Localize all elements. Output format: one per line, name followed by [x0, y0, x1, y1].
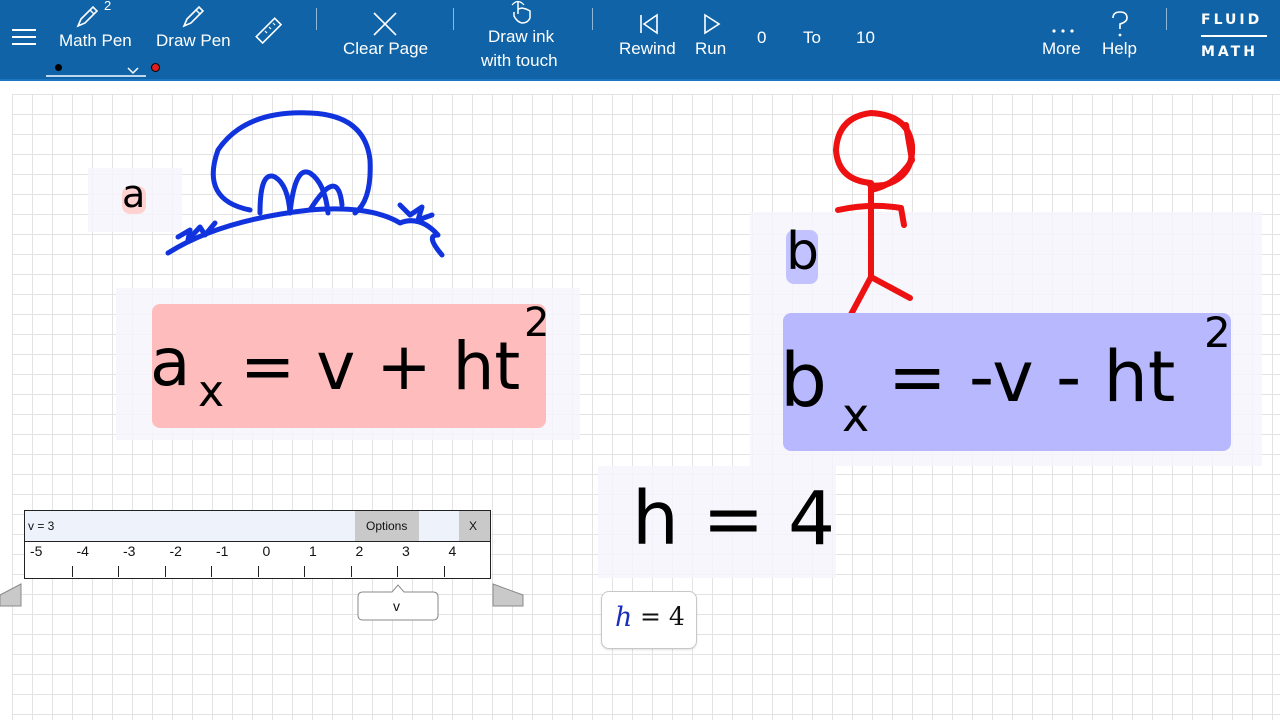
h-value-text: = 4	[640, 602, 685, 631]
more-button[interactable]: More	[1036, 0, 1088, 60]
slider-tick-label: -1	[216, 543, 229, 559]
toolbar-separator	[453, 8, 454, 30]
toolbar: 2 Math Pen Draw Pen Clear Page Draw ink	[0, 0, 1280, 81]
h-variable: h	[615, 602, 633, 633]
brand-math: MATH	[1201, 44, 1258, 60]
slider-tick-mark	[71, 566, 73, 577]
draw-pen-label: Draw Pen	[156, 31, 231, 50]
toolbar-separator	[1166, 8, 1167, 30]
slider-options-button[interactable]: Options	[355, 511, 419, 541]
equation-a-superscript: 2	[524, 300, 550, 346]
close-icon	[372, 11, 398, 41]
pen-color-red-swatch[interactable]	[151, 63, 160, 72]
rewind-button[interactable]: Rewind	[614, 0, 680, 60]
equation-b-lhs: b	[780, 338, 827, 424]
range-to-label: To	[803, 28, 821, 47]
range-end-field[interactable]: 10	[856, 28, 875, 48]
hand-touch-icon	[510, 0, 536, 28]
slider-tick-mark	[257, 566, 259, 577]
slider-close-button[interactable]: X	[459, 511, 490, 541]
more-label: More	[1042, 39, 1081, 58]
slider-tick-label: 4	[448, 543, 457, 559]
draw-ink-label-line1: Draw ink	[488, 27, 555, 46]
slider-tick-mark	[443, 566, 445, 577]
slider-tick-mark	[397, 566, 399, 577]
chevron-down-icon[interactable]	[127, 61, 139, 80]
draw-ink-with-touch-button[interactable]: Draw ink with touch	[474, 0, 570, 72]
slider-tick-label: 1	[309, 543, 317, 559]
slider-header: v = 3 Options X	[25, 511, 490, 542]
equation-b-superscript: 2	[1204, 308, 1231, 357]
clear-page-label: Clear Page	[343, 39, 429, 58]
run-label: Run	[695, 39, 727, 58]
brand-fluid: FLUID	[1201, 12, 1263, 28]
draw-pen-button[interactable]: Draw Pen	[150, 0, 240, 60]
slider-tick-mark	[304, 566, 306, 577]
question-mark-icon	[1110, 10, 1130, 42]
toolbar-separator	[316, 8, 317, 30]
slider-tick-label: -4	[76, 543, 89, 559]
pencil-icon	[75, 4, 101, 34]
slider-pointer-label: v	[393, 598, 400, 614]
h-ink-expression[interactable]: h = 4	[632, 476, 835, 562]
slider-tick-mark	[118, 566, 120, 577]
play-icon	[702, 13, 722, 39]
equation-a-rhs: = v + ht	[240, 328, 521, 405]
pen-icon	[181, 4, 207, 34]
slider-tick-label: -2	[169, 543, 182, 559]
equation-b-rhs: = -v - ht	[888, 336, 1176, 418]
toolbar-separator	[592, 8, 593, 30]
rewind-icon	[638, 13, 660, 39]
h-value-card[interactable]: h = 4	[601, 591, 697, 649]
label-b[interactable]: b	[786, 222, 819, 282]
slider-tick-mark	[164, 566, 166, 577]
clear-page-button[interactable]: Clear Page	[338, 0, 430, 66]
variable-slider[interactable]: v = 3 Options X -5 -4 -3 -2 -1 0 1 2 3 4	[24, 510, 491, 579]
pen-color-underline	[46, 75, 146, 77]
equation-a-subscript: x	[198, 366, 225, 417]
help-button[interactable]: Help	[1096, 0, 1144, 60]
slider-tick-label: 0	[262, 543, 271, 559]
help-label: Help	[1102, 39, 1137, 58]
rewind-label: Rewind	[619, 39, 676, 58]
slider-options-label: Options	[366, 519, 408, 533]
equation-a-lhs: a	[150, 324, 191, 401]
slider-left-handle[interactable]	[0, 583, 22, 611]
slider-close-label: X	[469, 519, 478, 533]
slider-tick-label: -3	[123, 543, 136, 559]
slider-tick-label: 2	[355, 543, 364, 559]
red-stick-figure-drawing[interactable]	[826, 105, 926, 330]
slider-right-handle[interactable]	[492, 583, 524, 611]
brand-divider	[1201, 35, 1267, 37]
run-button[interactable]: Run	[690, 0, 734, 60]
blue-blob-drawing[interactable]	[160, 105, 450, 265]
slider-tick-mark	[211, 566, 213, 577]
math-pen-badge: 2	[104, 0, 112, 13]
math-pen-button[interactable]: 2 Math Pen	[56, 0, 136, 60]
ruler-icon[interactable]	[254, 16, 284, 50]
slider-value-text: v = 3	[28, 519, 55, 533]
pen-color-selector[interactable]	[46, 58, 146, 77]
menu-icon[interactable]	[12, 28, 36, 46]
ellipsis-icon	[1051, 19, 1077, 38]
equation-b-subscript: x	[842, 388, 870, 442]
slider-tick-mark	[350, 566, 352, 577]
slider-tick-label: -5	[30, 543, 43, 559]
draw-ink-label-line2: with touch	[481, 51, 558, 70]
slider-tick-label: 3	[402, 543, 410, 559]
slider-pointer[interactable]: v	[357, 583, 439, 623]
label-a[interactable]: a	[122, 172, 145, 216]
math-pen-label: Math Pen	[59, 31, 132, 50]
pen-color-black-swatch[interactable]	[55, 64, 62, 71]
range-start-field[interactable]: 0	[757, 28, 766, 48]
